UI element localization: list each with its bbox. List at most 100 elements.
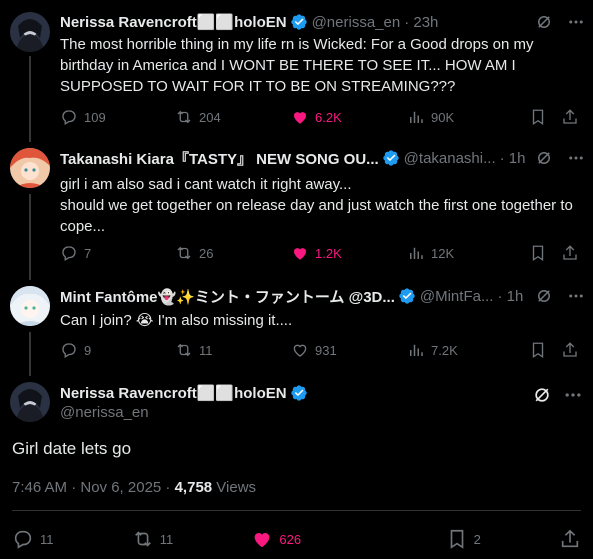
timestamp[interactable]: · 1h: [500, 150, 526, 167]
more-options-icon[interactable]: [567, 13, 585, 31]
tweet-header: Takanashi Kiara『TASTY』 NEW SONG OU... @t…: [60, 148, 585, 168]
main-actions: 11 11 626 2: [12, 528, 581, 550]
analytics-icon: [410, 344, 423, 356]
bookmark-button[interactable]: [529, 108, 561, 126]
grok-icon[interactable]: [535, 13, 553, 31]
repost-button[interactable]: 26: [175, 244, 291, 262]
bookmark-button[interactable]: 2: [446, 528, 481, 550]
main-author: Nerissa Ravencroft⬜⬜holoEN: [60, 384, 308, 402]
display-name[interactable]: Nerissa Ravencroft⬜⬜holoEN: [60, 384, 287, 402]
tweet[interactable]: Mint Fantôme👻✨ミント・ファントーム @3D... @MintFa.…: [0, 286, 593, 366]
tweet-header: Nerissa Ravencroft⬜⬜holoEN @nerissa_en ·…: [60, 12, 585, 32]
repost-count: 11: [199, 342, 213, 358]
more-options-icon[interactable]: [567, 149, 585, 167]
divider: [12, 510, 581, 511]
tweet-text: girl i am also sad i cant watch it right…: [60, 176, 573, 235]
share-button[interactable]: [561, 341, 579, 359]
reply-count: 9: [84, 342, 92, 358]
timestamp[interactable]: · 1h: [497, 288, 523, 305]
post-timestamp[interactable]: 7:46 AM · Nov 6, 2025 ·: [12, 479, 175, 496]
reply-count: 109: [84, 109, 106, 125]
like-button[interactable]: 626: [251, 528, 367, 550]
repost-icon: [177, 246, 191, 260]
verified-badge-icon: [382, 150, 399, 166]
tweet-text: Can I join? 😭 I'm also missing it....: [60, 312, 293, 329]
views-label: Views: [212, 479, 257, 496]
heart-icon: [293, 344, 307, 357]
handle[interactable]: @takanashi...: [404, 150, 496, 167]
bookmark-icon: [532, 109, 544, 126]
like-button[interactable]: 1.2K: [291, 244, 407, 262]
tweet-actions: 9 11 931 7.2K: [60, 340, 580, 360]
reply-button[interactable]: 7: [60, 244, 175, 262]
tweet-text: The most horrible thing in my life rn is…: [60, 36, 538, 95]
reply-button[interactable]: 11: [12, 528, 54, 550]
reply-button[interactable]: 9: [60, 341, 175, 359]
timestamp[interactable]: · 23h: [404, 14, 438, 31]
reply-count: 11: [40, 531, 54, 547]
verified-badge-icon: [290, 385, 307, 401]
verified-badge-icon: [399, 288, 415, 304]
heart-filled-icon: [294, 112, 306, 124]
share-icon: [561, 529, 579, 548]
share-button[interactable]: [559, 528, 581, 550]
repost-icon: [134, 531, 151, 547]
tweet[interactable]: Takanashi Kiara『TASTY』 NEW SONG OU... @t…: [0, 148, 593, 268]
tweet-text: Girl date lets go: [12, 439, 132, 458]
views-button[interactable]: 90K: [407, 108, 529, 126]
like-count: 931: [315, 342, 337, 358]
tweet-actions: 7 26 1.2K 12K: [60, 243, 580, 263]
view-count: 12K: [431, 245, 455, 261]
views-button[interactable]: 12K: [407, 244, 529, 262]
avatar[interactable]: [10, 382, 50, 422]
avatar[interactable]: [10, 286, 50, 326]
display-name[interactable]: Nerissa Ravencroft⬜⬜holoEN: [60, 13, 287, 31]
more-options-icon[interactable]: [563, 385, 583, 405]
share-icon: [563, 342, 577, 357]
reply-icon: [62, 246, 76, 261]
avatar[interactable]: [10, 148, 50, 188]
more-options-icon[interactable]: [567, 287, 585, 305]
like-button[interactable]: 6.2K: [291, 108, 407, 126]
reply-button[interactable]: 109: [60, 108, 175, 126]
share-button[interactable]: [561, 108, 579, 126]
bookmark-count: 2: [473, 531, 481, 547]
repost-icon: [177, 110, 191, 124]
bookmark-button[interactable]: [529, 341, 561, 359]
heart-filled-icon: [255, 533, 270, 548]
like-button[interactable]: 931: [291, 341, 407, 359]
display-name[interactable]: Takanashi Kiara『TASTY』 NEW SONG OU...: [60, 148, 379, 169]
repost-button[interactable]: 204: [175, 108, 291, 126]
avatar[interactable]: [10, 12, 50, 52]
like-count: 626: [279, 531, 302, 547]
repost-button[interactable]: 11: [132, 528, 174, 550]
tweet[interactable]: Nerissa Ravencroft⬜⬜holoEN @nerissa_en ·…: [0, 12, 593, 132]
handle[interactable]: @nerissa_en: [312, 14, 401, 31]
like-count: 6.2K: [315, 109, 342, 125]
tweet-header: Mint Fantôme👻✨ミント・ファントーム @3D... @MintFa.…: [60, 286, 585, 306]
handle[interactable]: @nerissa_en: [60, 404, 149, 421]
like-count: 1.2K: [315, 245, 342, 261]
reply-icon: [14, 530, 32, 549]
share-button[interactable]: [561, 244, 579, 262]
analytics-icon: [410, 247, 423, 259]
grok-icon[interactable]: [532, 385, 552, 405]
repost-button[interactable]: 11: [175, 341, 291, 359]
repost-count: 11: [159, 531, 174, 547]
tweet-actions: 109 204 6.2K 90K: [60, 107, 580, 127]
bookmark-icon: [532, 342, 544, 359]
reply-icon: [62, 110, 76, 125]
repost-count: 204: [199, 109, 221, 125]
views-button[interactable]: 7.2K: [407, 341, 529, 359]
handle[interactable]: @MintFa...: [420, 288, 494, 305]
views-count: 4,758: [174, 479, 213, 496]
display-name[interactable]: Mint Fantôme👻✨ミント・ファントーム @3D...: [60, 286, 395, 307]
share-icon: [563, 109, 577, 124]
grok-icon[interactable]: [535, 287, 553, 305]
bookmark-button[interactable]: [529, 244, 561, 262]
grok-icon[interactable]: [535, 149, 553, 167]
reply-count: 7: [84, 245, 92, 261]
bookmark-icon: [450, 529, 463, 549]
verified-badge-icon: [290, 14, 307, 30]
view-count: 90K: [431, 109, 455, 125]
